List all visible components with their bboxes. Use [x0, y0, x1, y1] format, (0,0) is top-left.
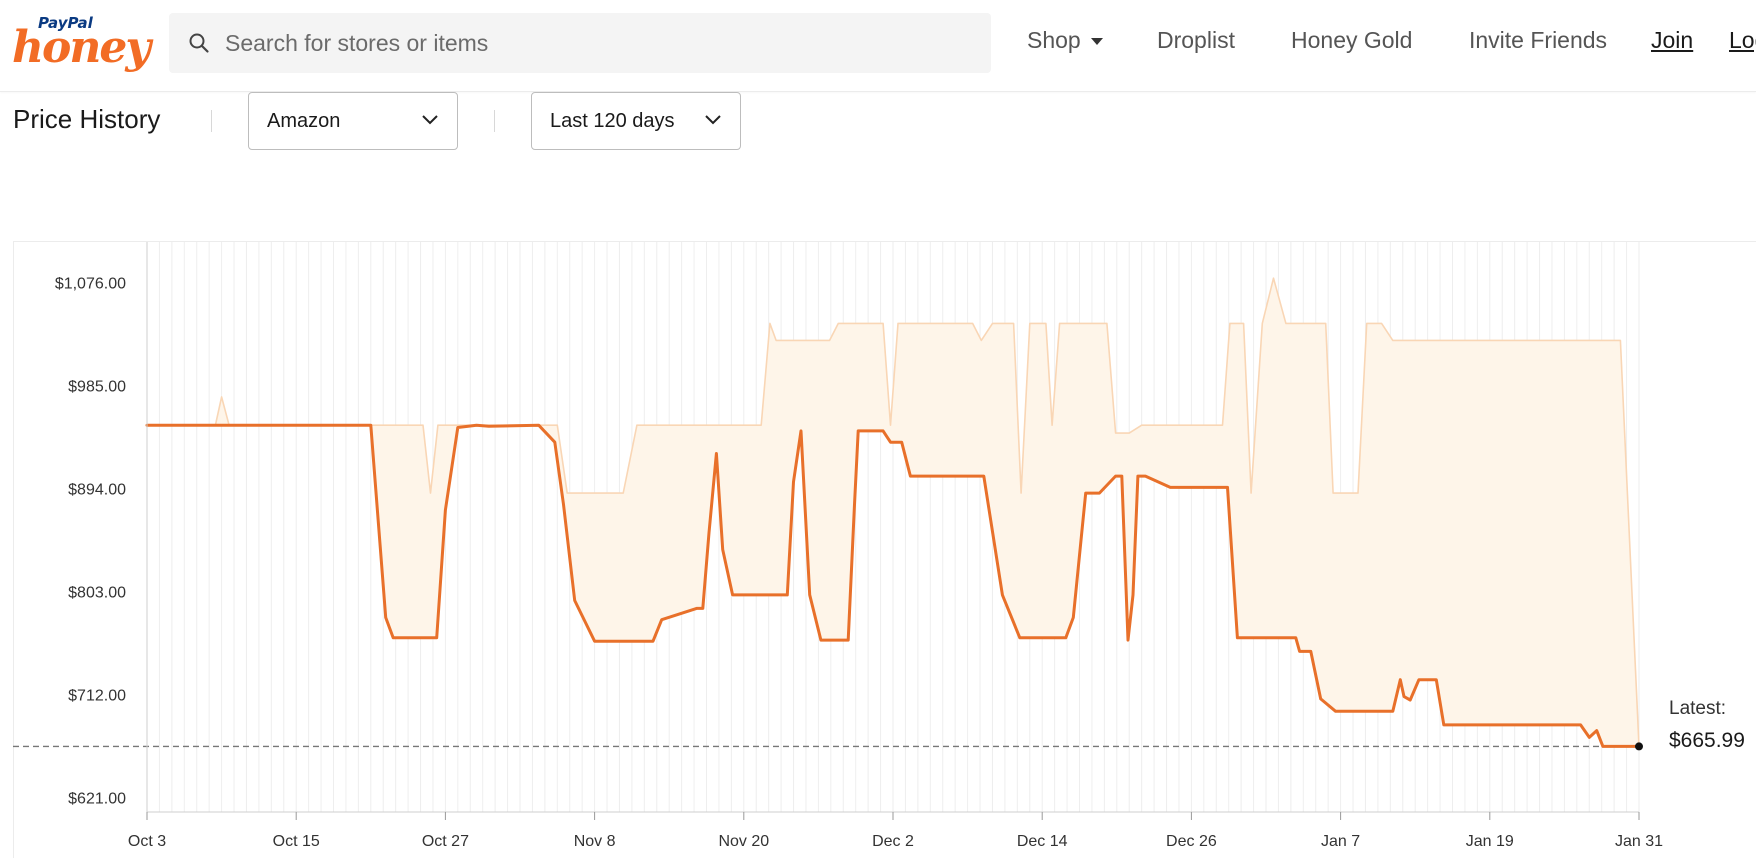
- y-axis: $621.00 $712.00 $803.00 $894.00 $985.00 $1,07…: [55, 276, 126, 808]
- y-tick-label: $712.00: [68, 687, 126, 704]
- x-tick-label: Jan 7: [1321, 833, 1360, 850]
- price-history-chart: $621.00 $712.00 $803.00 $894.00 $985.00 $1,07…: [13, 242, 1663, 850]
- x-tick-label: Jan 19: [1466, 833, 1514, 850]
- y-tick-label: $894.00: [68, 482, 126, 499]
- x-tick-label: Oct 15: [273, 833, 320, 850]
- y-tick-label: $803.00: [68, 584, 126, 601]
- y-tick-label: $621.00: [68, 790, 126, 807]
- x-tick-label: Jan 31: [1615, 833, 1663, 850]
- latest-price-marker: [1635, 742, 1643, 751]
- x-tick-label: Nov 20: [718, 833, 769, 850]
- x-tick-label: Oct 3: [128, 833, 166, 850]
- x-tick-label: Nov 8: [574, 833, 616, 850]
- x-tick-label: Dec 26: [1166, 833, 1217, 850]
- x-tick-label: Oct 27: [422, 833, 469, 850]
- x-tick-label: Dec 2: [872, 833, 914, 850]
- latest-label: Latest:: [1669, 698, 1727, 719]
- y-tick-label: $985.00: [68, 379, 126, 396]
- x-tick-label: Dec 14: [1017, 833, 1068, 850]
- y-tick-label: $1,076.00: [55, 276, 126, 293]
- latest-price-value: $665.99: [1669, 729, 1745, 752]
